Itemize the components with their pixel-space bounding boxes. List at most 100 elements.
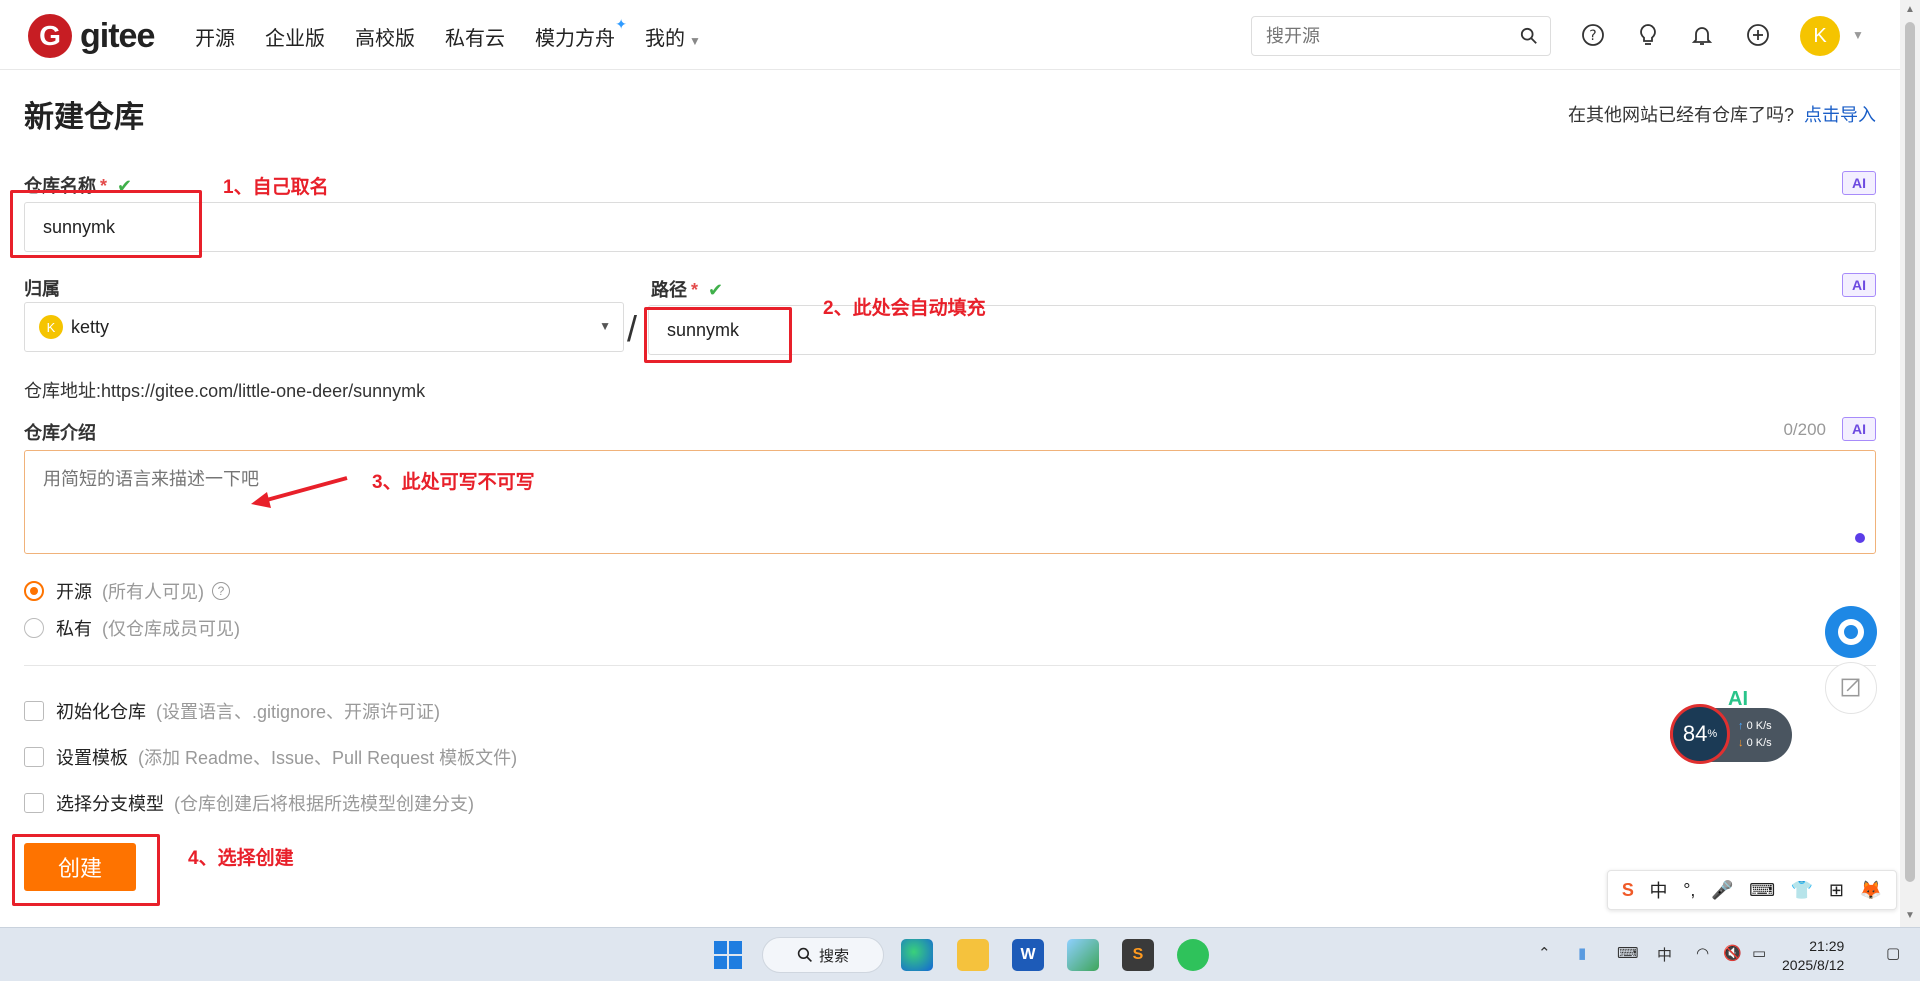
- nav-links: 开源 企业版 高校版 私有云 模力方舟 ✦ 我的 ▼: [195, 16, 731, 51]
- download-arrow-icon: ↓: [1738, 737, 1747, 749]
- mascot-icon[interactable]: 🦊: [1860, 880, 1882, 901]
- option-template[interactable]: 设置模板 (添加 Readme、Issue、Pull Request 模板文件): [24, 744, 517, 770]
- search-icon[interactable]: [1520, 27, 1538, 45]
- radio-unselected[interactable]: [24, 618, 44, 638]
- ai-assist-button[interactable]: AI: [1842, 417, 1876, 441]
- sublime-text-icon[interactable]: S: [1122, 939, 1154, 971]
- scroll-up-icon[interactable]: ▲: [1905, 4, 1915, 15]
- checkbox[interactable]: [24, 747, 44, 767]
- microphone-icon[interactable]: 🎤: [1711, 880, 1733, 901]
- checkbox[interactable]: [24, 793, 44, 813]
- desc-counter: 0/200: [1783, 420, 1826, 439]
- checkbox[interactable]: [24, 701, 44, 721]
- option-hint: (仓库创建后将根据所选模型创建分支): [174, 794, 474, 814]
- option-hint: (设置语言、.gitignore、开源许可证): [156, 702, 441, 722]
- option-branch-model[interactable]: 选择分支模型 (仓库创建后将根据所选模型创建分支): [24, 790, 474, 816]
- notification-icon[interactable]: ▢: [1886, 944, 1900, 962]
- speed-lines: ↑ 0 K/s ↓ 0 K/s: [1738, 718, 1772, 752]
- nav-link-open-source[interactable]: 开源: [195, 22, 235, 51]
- keyboard-icon[interactable]: ⌨: [1749, 880, 1775, 901]
- gitee-logo-text: gitee: [80, 16, 155, 55]
- nav-link-private-cloud[interactable]: 私有云: [445, 22, 505, 51]
- annotation-4: 4、选择创建: [188, 848, 294, 869]
- owner-label: 归属: [24, 279, 60, 299]
- speed-gauge: 84%: [1670, 704, 1730, 764]
- sparkle-icon: ✦: [615, 16, 627, 32]
- clock-date: 2025/8/12: [1782, 957, 1845, 973]
- owner-select[interactable]: K ketty ▼: [24, 302, 624, 352]
- owner-avatar: K: [39, 315, 63, 339]
- nav-link-moli[interactable]: 模力方舟 ✦: [535, 16, 627, 51]
- caret-down-icon: ▼: [599, 319, 611, 333]
- float-edit-icon[interactable]: [1825, 662, 1877, 714]
- option-label: 设置模板: [56, 748, 128, 768]
- ime-toolbar: S 中 °, 🎤 ⌨ 👕 ⊞ 🦊: [1607, 870, 1897, 910]
- ai-assist-button[interactable]: AI: [1842, 171, 1876, 195]
- user-avatar[interactable]: K: [1800, 16, 1840, 56]
- speed-percent: 84: [1682, 721, 1708, 746]
- top-nav: G gitee 开源 企业版 高校版 私有云 模力方舟✦ 我的 ▼ ? K ▼: [0, 0, 1900, 70]
- ime-tray-icon[interactable]: 中: [1657, 944, 1672, 965]
- page: G gitee 开源 企业版 高校版 私有云 模力方舟✦ 我的 ▼ ? K ▼ 新…: [0, 0, 1920, 981]
- nav-link-enterprise[interactable]: 企业版: [265, 22, 325, 51]
- desc-label: 仓库介绍: [24, 423, 96, 443]
- visibility-label: 私有: [56, 619, 92, 639]
- wechat-icon[interactable]: [1177, 939, 1209, 971]
- import-prompt: 在其他网站已经有仓库了吗?: [1567, 105, 1794, 125]
- page-scrollbar[interactable]: ▲ ▼: [1900, 0, 1920, 927]
- tray-app-icon[interactable]: ▮: [1578, 944, 1586, 962]
- ime-punctuation-icon[interactable]: °,: [1683, 880, 1695, 901]
- ai-assist-button[interactable]: AI: [1842, 273, 1876, 297]
- plus-circle-icon[interactable]: [1746, 23, 1770, 47]
- search-input[interactable]: [1252, 17, 1502, 55]
- import-link[interactable]: 点击导入: [1804, 105, 1876, 125]
- volume-muted-icon[interactable]: 🔇: [1723, 944, 1742, 962]
- toolbox-icon[interactable]: ⊞: [1829, 880, 1844, 901]
- search-icon: [797, 947, 812, 962]
- avatar-caret-icon[interactable]: ▼: [1852, 28, 1864, 42]
- taskbar-clock[interactable]: 21:29 2025/8/12: [1782, 937, 1844, 975]
- owner-value: ketty: [71, 316, 110, 337]
- option-label: 初始化仓库: [56, 702, 146, 722]
- scroll-thumb[interactable]: [1905, 22, 1915, 882]
- photos-icon[interactable]: [1067, 939, 1099, 971]
- path-separator: /: [627, 308, 638, 349]
- gitee-logo[interactable]: G gitee: [28, 14, 155, 58]
- taskbar-search[interactable]: 搜索: [762, 937, 884, 973]
- help-icon[interactable]: ?: [1581, 23, 1605, 47]
- wifi-icon[interactable]: ◠: [1696, 944, 1709, 962]
- path-label: 路径 * ✔: [651, 276, 723, 302]
- annotation-arrow-icon: [251, 476, 348, 508]
- ime-chinese-mode[interactable]: 中: [1650, 877, 1668, 903]
- option-hint: (添加 Readme、Issue、Pull Request 模板文件): [138, 748, 518, 768]
- edge-browser-icon[interactable]: [901, 939, 933, 971]
- network-speed-widget[interactable]: 84% ↑ 0 K/s ↓ 0 K/s: [1670, 704, 1792, 764]
- option-init-repo[interactable]: 初始化仓库 (设置语言、.gitignore、开源许可证): [24, 698, 440, 724]
- bell-icon[interactable]: [1690, 23, 1714, 47]
- battery-icon[interactable]: ▭: [1752, 944, 1766, 962]
- float-chat-icon[interactable]: [1825, 606, 1877, 658]
- chat-bubble-icon: [1838, 619, 1864, 645]
- keyboard-icon[interactable]: ⌨: [1617, 944, 1639, 962]
- sogou-logo-icon[interactable]: S: [1622, 880, 1634, 901]
- help-icon[interactable]: ?: [212, 582, 230, 600]
- gitee-logo-icon: G: [28, 14, 72, 58]
- skin-icon[interactable]: 👕: [1791, 880, 1813, 901]
- radio-selected[interactable]: [24, 581, 44, 601]
- annotation-box-create: [12, 834, 160, 906]
- repo-name-input[interactable]: sunnymk: [24, 202, 1876, 252]
- visibility-private[interactable]: 私有 (仅仓库成员可见): [24, 615, 240, 641]
- nav-link-education[interactable]: 高校版: [355, 22, 415, 51]
- nav-link-mine[interactable]: 我的 ▼: [645, 22, 701, 51]
- tray-expand-icon[interactable]: ⌃: [1538, 944, 1551, 962]
- resize-handle[interactable]: [1855, 533, 1865, 543]
- scroll-down-icon[interactable]: ▼: [1905, 910, 1915, 921]
- word-icon[interactable]: W: [1012, 939, 1044, 971]
- lightbulb-icon[interactable]: [1636, 23, 1660, 47]
- windows-start-icon[interactable]: [712, 939, 744, 971]
- repo-address: 仓库地址:https://gitee.com/little-one-deer/s…: [24, 377, 425, 403]
- visibility-open-source[interactable]: 开源 (所有人可见) ?: [24, 578, 230, 604]
- file-explorer-icon[interactable]: [957, 939, 989, 971]
- annotation-box-name: [10, 190, 202, 258]
- visibility-hint: (所有人可见): [102, 582, 204, 602]
